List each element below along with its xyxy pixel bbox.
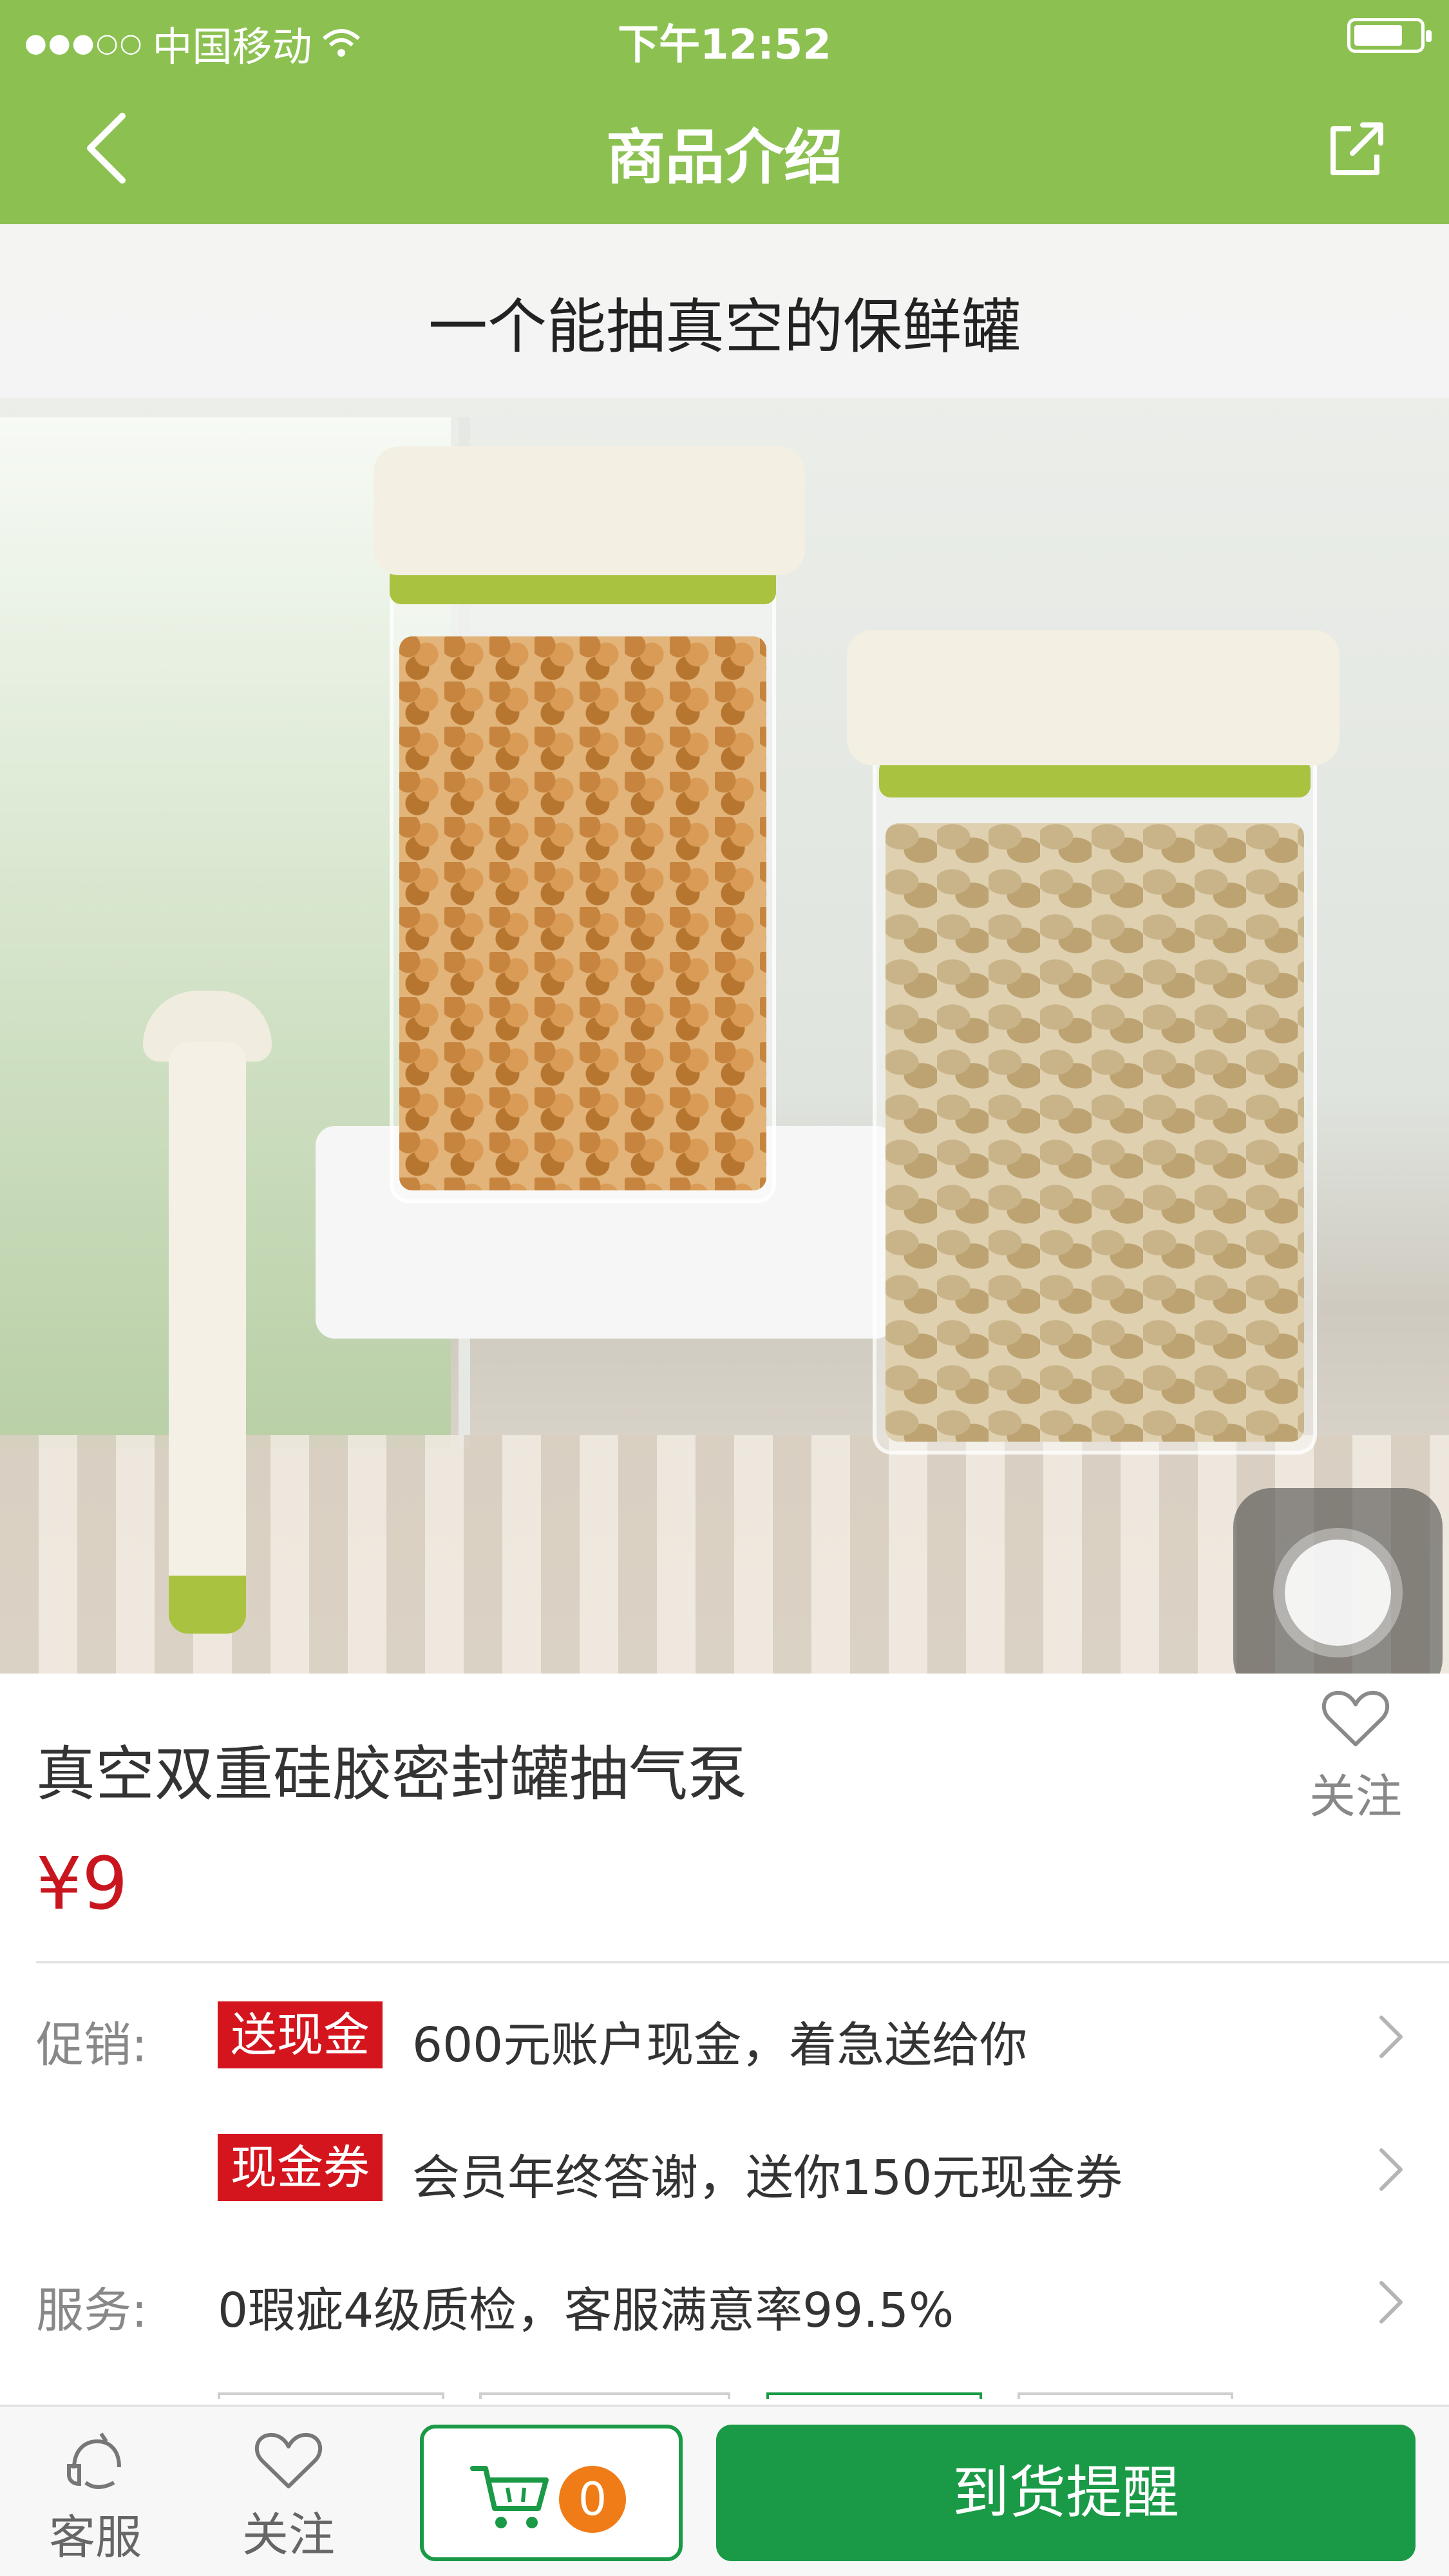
product-image-carousel[interactable]: 一个能抽真空的保鲜罐 bbox=[0, 224, 1449, 1674]
page-title: 商品介绍 bbox=[605, 123, 843, 192]
status-bar: ●●●○○ 中国移动 下午12:52 bbox=[0, 0, 1449, 71]
cart-button[interactable]: 0 bbox=[420, 2425, 683, 2561]
follow-button[interactable]: 关注 bbox=[1301, 1688, 1410, 1826]
cart-count-badge: 0 bbox=[559, 2466, 626, 2533]
promotion-text: 600元账户现金，着急送给你 bbox=[412, 2018, 1028, 2073]
chevron-right-icon bbox=[1379, 2281, 1403, 2323]
shopping-cart-icon bbox=[470, 2466, 549, 2528]
option-chip[interactable] bbox=[479, 2392, 730, 2399]
pistachio-contents bbox=[886, 823, 1304, 1442]
promotion-label: 促销: bbox=[36, 2018, 147, 2073]
bottom-follow-label: 关注 bbox=[242, 2508, 335, 2562]
divider bbox=[36, 1961, 1449, 1963]
chevron-right-icon bbox=[1379, 2148, 1403, 2191]
hero-caption: 一个能抽真空的保鲜罐 bbox=[428, 292, 1021, 361]
promotion-tag: 送现金 bbox=[218, 2001, 383, 2068]
cereal-contents bbox=[399, 636, 766, 1190]
customer-service-button[interactable]: 客服 bbox=[31, 2430, 160, 2567]
battery-icon bbox=[1347, 18, 1432, 53]
bottom-follow-button[interactable]: 关注 bbox=[224, 2430, 353, 2564]
pump-body bbox=[169, 1042, 246, 1603]
product-title: 真空双重硅胶密封罐抽气泵 bbox=[36, 1740, 748, 1809]
pump-foot bbox=[169, 1576, 246, 1634]
chevron-right-icon bbox=[1379, 2016, 1403, 2058]
assistive-touch-button[interactable] bbox=[1233, 1488, 1443, 1674]
notify-on-arrival-button[interactable]: 到货提醒 bbox=[716, 2425, 1416, 2561]
promotion-tag: 现金券 bbox=[218, 2134, 383, 2201]
option-chip[interactable] bbox=[1018, 2392, 1233, 2399]
follow-label: 关注 bbox=[1309, 1770, 1402, 1824]
status-time: 下午12:52 bbox=[618, 21, 831, 69]
option-chip-selected[interactable] bbox=[766, 2392, 982, 2399]
heart-icon bbox=[255, 2432, 322, 2488]
promotion-row[interactable]: 促销: 送现金 600元账户现金，着急送给你 bbox=[0, 1987, 1449, 2077]
share-button[interactable] bbox=[1320, 115, 1391, 186]
option-chip[interactable] bbox=[218, 2392, 444, 2399]
jar-lid bbox=[374, 446, 805, 575]
customer-service-icon bbox=[67, 2432, 121, 2489]
top-bar: ●●●○○ 中国移动 下午12:52 商品介绍 bbox=[0, 0, 1449, 224]
option-chips bbox=[0, 2392, 1449, 2405]
bottom-action-bar: 客服 关注 0 到货提醒 bbox=[0, 2405, 1449, 2576]
service-text: 0瑕疵4级质检，客服满意率99.5% bbox=[218, 2283, 954, 2338]
promotion-text: 会员年终答谢，送你150元现金券 bbox=[412, 2150, 1123, 2206]
heart-icon bbox=[1322, 1690, 1389, 1746]
customer-service-label: 客服 bbox=[48, 2510, 142, 2564]
jar-lid bbox=[847, 630, 1340, 765]
service-row[interactable]: 服务: 0瑕疵4级质检，客服满意率99.5% bbox=[0, 2253, 1449, 2343]
service-label: 服务: bbox=[36, 2283, 147, 2338]
product-price: ¥9 bbox=[36, 1842, 128, 1926]
promotion-row[interactable]: 现金券 会员年终答谢，送你150元现金券 bbox=[0, 2120, 1449, 2210]
share-icon bbox=[1331, 122, 1383, 175]
